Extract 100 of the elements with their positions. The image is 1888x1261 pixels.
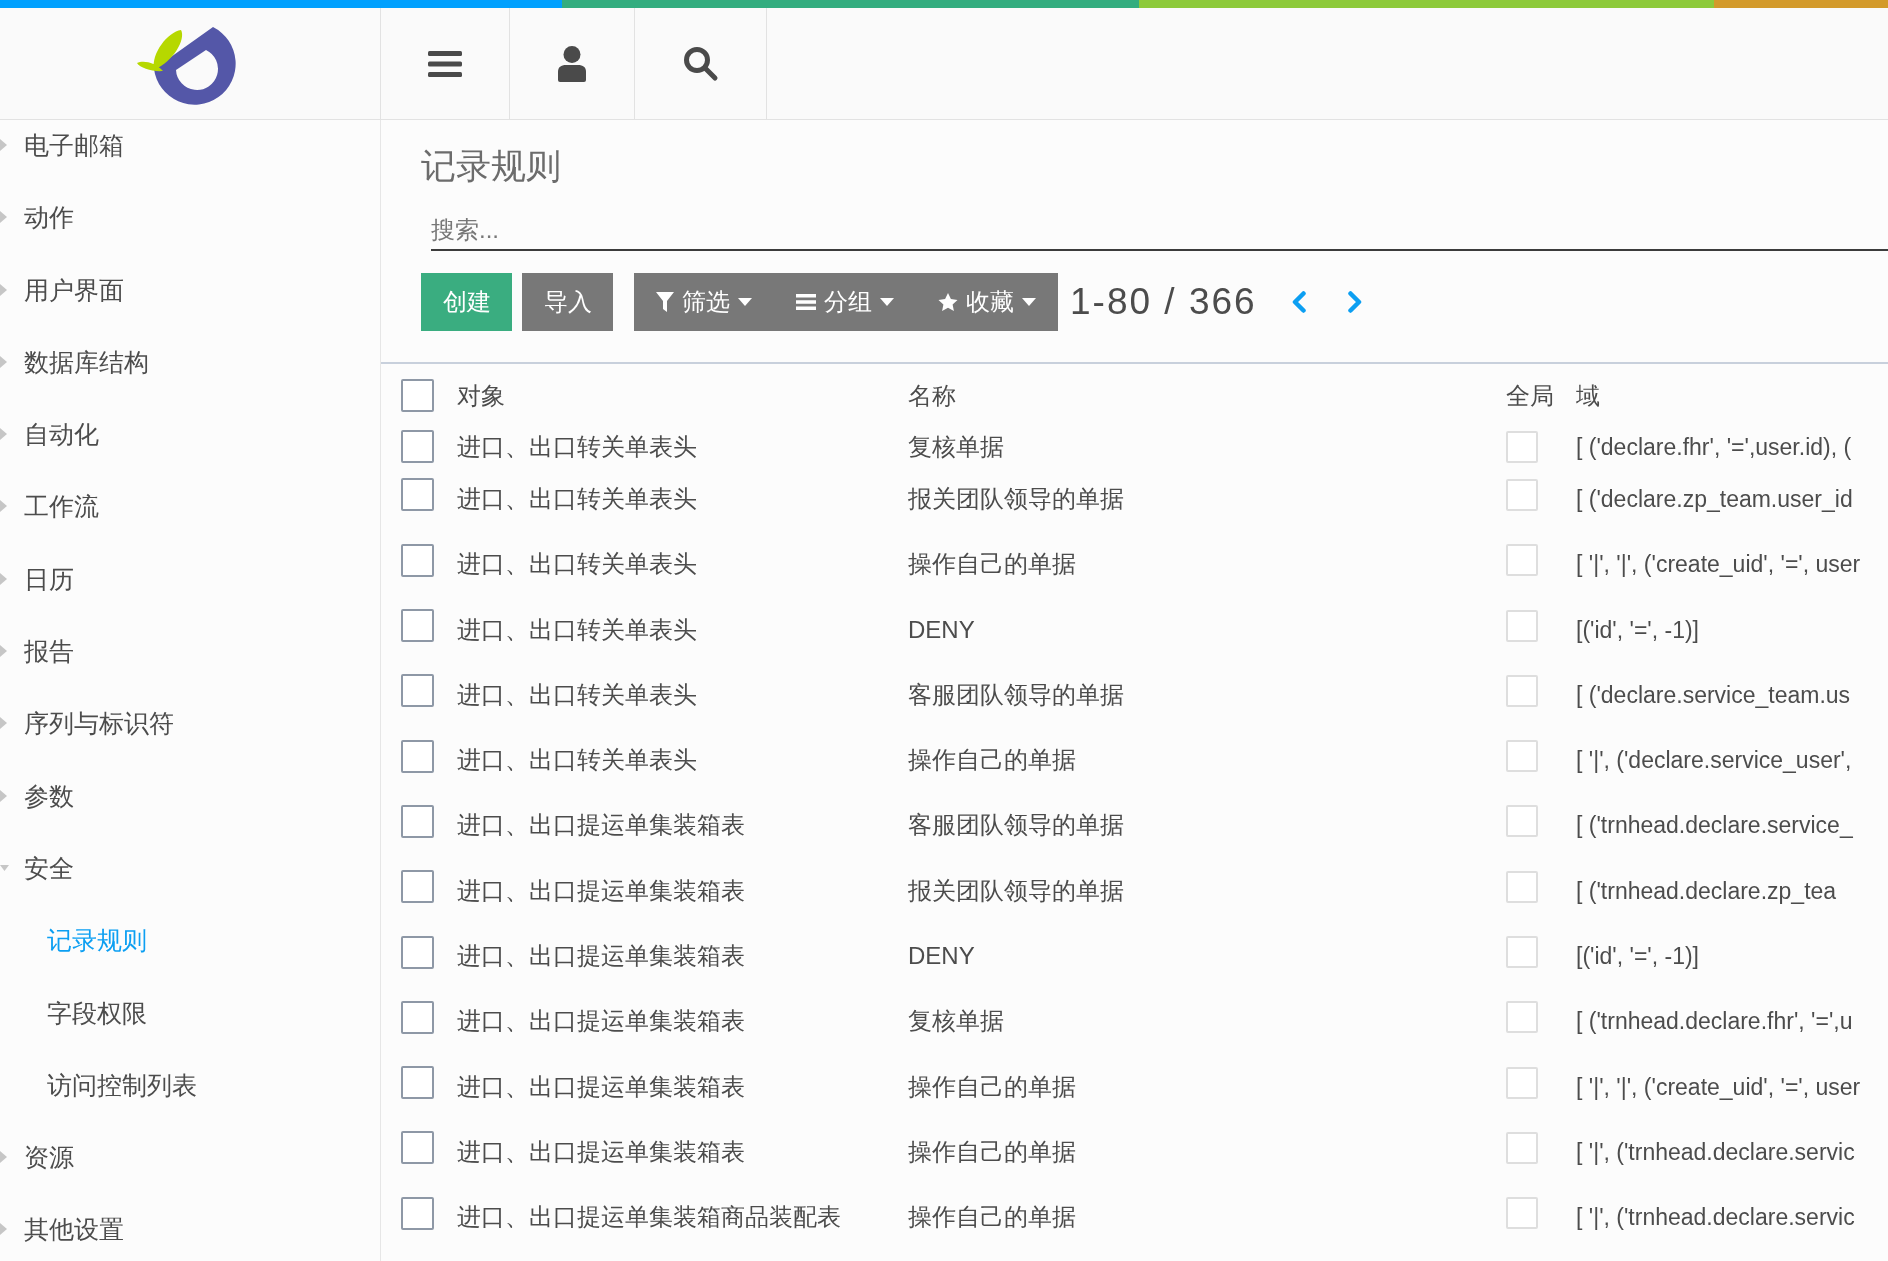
- group-by-button[interactable]: 分组: [774, 273, 916, 331]
- global-checkbox[interactable]: [1506, 936, 1538, 968]
- sidebar-item[interactable]: 动作: [0, 192, 380, 265]
- list-icon: [796, 294, 816, 310]
- table-cell-text: 客服团队领导的单据: [908, 813, 1125, 838]
- table-cell-text: 复核单据: [908, 1009, 1005, 1034]
- row-checkbox[interactable]: [401, 478, 434, 512]
- row-checkbox[interactable]: [401, 609, 434, 643]
- caret-down-icon: [738, 298, 752, 306]
- global-checkbox[interactable]: [1506, 430, 1538, 463]
- sidebar-item[interactable]: 访问控制列表: [0, 1059, 380, 1133]
- sidebar-item[interactable]: 日历: [0, 553, 380, 627]
- sidebar-item[interactable]: 其他设置: [0, 1204, 380, 1261]
- table-cell-text: 报关团队领导的单据: [908, 878, 1125, 903]
- sidebar-item[interactable]: 安全: [0, 842, 380, 916]
- row-checkbox[interactable]: [401, 1131, 434, 1165]
- sidebar-item[interactable]: 数据库结构: [0, 336, 380, 410]
- global-checkbox[interactable]: [1506, 805, 1538, 838]
- global-checkbox[interactable]: [1506, 1066, 1538, 1099]
- row-checkbox[interactable]: [401, 674, 434, 708]
- page-title: 记录规则: [421, 145, 562, 187]
- row-checkbox[interactable]: [401, 804, 434, 838]
- favorites-button[interactable]: 收藏: [916, 273, 1058, 331]
- table-cell-text: 复核单据: [908, 434, 1005, 459]
- table-cell-text: [ '|', '|', ('create_uid', '=', user: [1576, 1074, 1862, 1099]
- sidebar-item[interactable]: 资源: [0, 1132, 380, 1205]
- chevron-left-icon: [1291, 291, 1306, 313]
- sidebar-item[interactable]: 自动化: [0, 409, 380, 482]
- table-cell-text: [('id', '=', -1)]: [1576, 617, 1700, 642]
- pager-value[interactable]: 1-80 / 366: [1070, 281, 1257, 323]
- table-cell-text: 进口、出口转关单表头: [457, 434, 698, 459]
- table-cell-text: 进口、出口提运单集装箱商品装配表: [457, 1205, 842, 1230]
- column-header[interactable]: 名称: [908, 380, 1506, 411]
- sidebar-item[interactable]: 序列与标识符: [0, 698, 380, 771]
- row-checkbox[interactable]: [401, 1196, 434, 1230]
- row-checkbox[interactable]: [401, 870, 434, 904]
- global-checkbox[interactable]: [1506, 544, 1538, 577]
- row-checkbox[interactable]: [401, 1000, 434, 1034]
- table-cell-text: [ '|', ('trnhead.declare.servic: [1576, 1205, 1856, 1230]
- table-cell-text: 报关团队领导的单据: [908, 486, 1125, 511]
- table-cell-text: 操作自己的单据: [908, 748, 1077, 773]
- sidebar-item[interactable]: 电子邮箱: [0, 120, 380, 193]
- star-icon: [938, 292, 958, 312]
- table-cell-text: 进口、出口转关单表头: [457, 486, 698, 511]
- select-all-checkbox[interactable]: [401, 379, 434, 412]
- table-cell-text: 进口、出口转关单表头: [457, 748, 698, 773]
- table-cell-text: 进口、出口提运单集装箱表: [457, 944, 746, 968]
- user-icon: [558, 45, 586, 82]
- table-cell-text: 进口、出口转关单表头: [457, 682, 698, 707]
- global-checkbox[interactable]: [1506, 1001, 1538, 1034]
- chevron-right-icon: [1347, 291, 1362, 313]
- table-cell-text: [ '|', ('trnhead.declare.servic: [1576, 1139, 1856, 1164]
- table-cell-text: [ ('declare.zp_team.user_id: [1576, 486, 1854, 511]
- row-checkbox[interactable]: [401, 543, 434, 577]
- search-icon: [682, 45, 719, 82]
- table-cell-text: 进口、出口提运单集装箱表: [457, 813, 746, 838]
- table-cell-text: 进口、出口转关单表头: [457, 552, 698, 577]
- table-cell-text: [ ('declare.fhr', '=',user.id), (: [1576, 434, 1853, 459]
- sidebar-item[interactable]: 用户界面: [0, 264, 380, 337]
- table-cell-text: 进口、出口提运单集装箱表: [457, 1009, 746, 1034]
- global-checkbox[interactable]: [1506, 609, 1538, 642]
- column-header[interactable]: 对象: [457, 380, 908, 411]
- table-cell-text: 进口、出口转关单表头: [457, 617, 698, 642]
- table-cell-text: [ ('trnhead.declare.fhr', '=',u: [1576, 1009, 1854, 1034]
- table-cell-text: [('id', '=', -1)]: [1576, 944, 1700, 968]
- column-header[interactable]: 域: [1576, 380, 1888, 411]
- global-checkbox[interactable]: [1506, 740, 1538, 773]
- caret-down-icon: [880, 298, 894, 306]
- global-checkbox[interactable]: [1506, 674, 1538, 707]
- sidebar-item[interactable]: 字段权限: [0, 987, 380, 1060]
- global-checkbox[interactable]: [1506, 1197, 1538, 1230]
- column-header[interactable]: 全局: [1506, 380, 1576, 411]
- row-checkbox[interactable]: [401, 739, 434, 773]
- sidebar-item[interactable]: 工作流: [0, 481, 380, 554]
- table-cell-text: [ ('trnhead.declare.zp_tea: [1576, 878, 1838, 903]
- row-checkbox[interactable]: [401, 1066, 434, 1100]
- table-cell-text: DENY: [908, 944, 976, 968]
- table-cell-text: DENY: [908, 617, 976, 642]
- menu-icon: [428, 50, 462, 77]
- import-button[interactable]: 导入: [522, 273, 613, 331]
- global-checkbox[interactable]: [1506, 1131, 1538, 1164]
- sidebar-item[interactable]: 报告: [0, 626, 380, 699]
- table-cell-text: [ '|', '|', ('create_uid', '=', user: [1576, 552, 1862, 577]
- table-cell-text: 操作自己的单据: [908, 1074, 1077, 1099]
- table-cell-text: 客服团队领导的单据: [908, 682, 1125, 707]
- table-cell-text: 进口、出口提运单集装箱表: [457, 1074, 746, 1099]
- table-cell-text: [ ('declare.service_team.us: [1576, 682, 1852, 707]
- caret-down-icon: [1022, 298, 1036, 306]
- row-checkbox[interactable]: [401, 430, 434, 464]
- global-checkbox[interactable]: [1506, 478, 1538, 511]
- table-cell-text: 操作自己的单据: [908, 1139, 1077, 1164]
- table-cell-text: 进口、出口提运单集装箱表: [457, 878, 746, 903]
- filter-button[interactable]: 筛选: [634, 273, 774, 331]
- sidebar-item[interactable]: 参数: [0, 770, 380, 843]
- table-cell-text: 进口、出口提运单集装箱表: [457, 1139, 746, 1164]
- filter-icon: [656, 292, 674, 312]
- row-checkbox[interactable]: [401, 935, 434, 969]
- table-cell-text: 操作自己的单据: [908, 1205, 1077, 1230]
- search-field[interactable]: 搜索...: [431, 210, 1888, 251]
- global-checkbox[interactable]: [1506, 870, 1538, 903]
